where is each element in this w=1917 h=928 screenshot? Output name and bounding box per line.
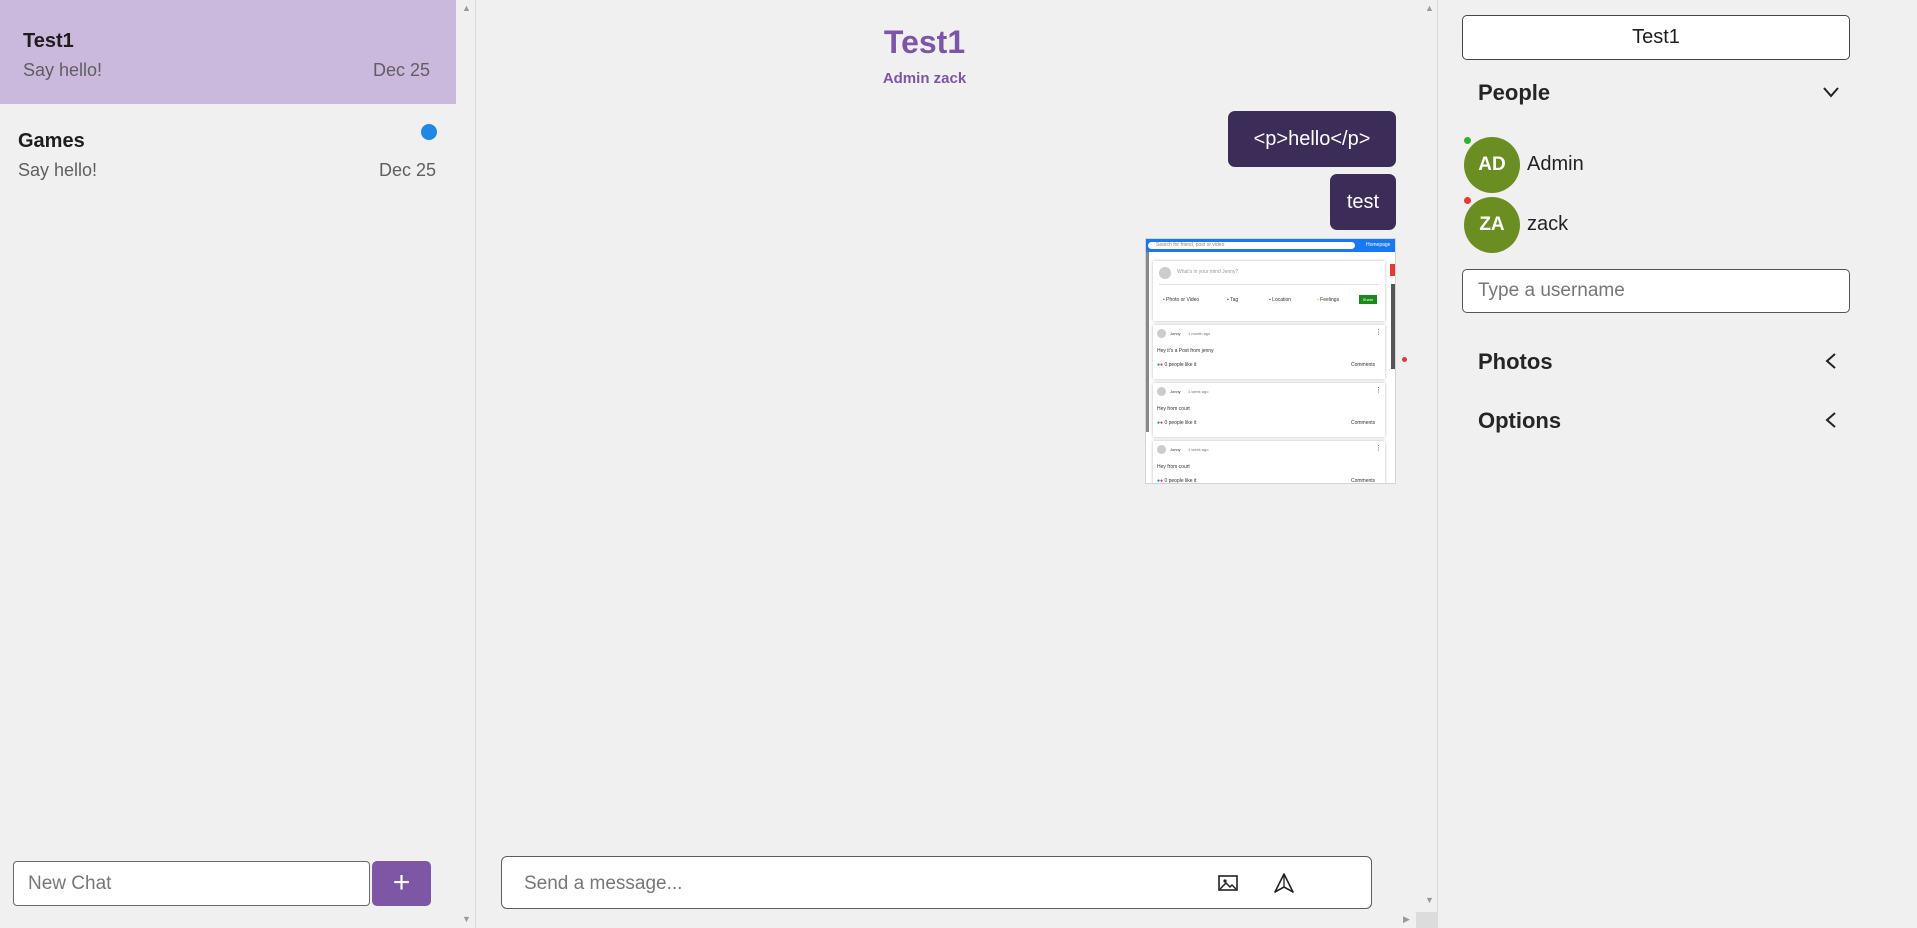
chat-date: Dec 25	[379, 160, 437, 180]
preview-post-menu: ⋮	[1375, 445, 1382, 452]
conversation-members: Admin zack	[882, 70, 967, 87]
scroll-down-arrow[interactable]: ▼	[1425, 895, 1434, 905]
preview-post-time: 1 week ago	[1188, 389, 1209, 394]
preview-share-option: ▪ Location	[1269, 297, 1292, 303]
image-red-dot	[1402, 357, 1407, 362]
preview-post-menu: ⋮	[1375, 387, 1382, 394]
chat-list-item-games[interactable]: Games Say hello! Dec 25	[0, 104, 456, 208]
image-icon[interactable]	[1217, 872, 1239, 894]
online-status-dot	[1464, 137, 1471, 144]
message-input[interactable]	[524, 870, 1204, 897]
preview-red-mark	[1390, 264, 1395, 276]
chat-preview: Say hello!	[18, 160, 98, 180]
preview-post-menu: ⋮	[1375, 329, 1382, 336]
chat-title: Test1	[23, 30, 74, 52]
scroll-up-arrow[interactable]: ▲	[462, 3, 471, 13]
preview-nav-homepage: Homepage	[1366, 242, 1391, 248]
offline-status-dot	[1464, 197, 1471, 204]
send-icon[interactable]	[1273, 872, 1295, 894]
preview-post-time: 1 month ago	[1188, 331, 1211, 336]
message-composer	[501, 856, 1372, 909]
scroll-up-arrow[interactable]: ▲	[1425, 3, 1434, 13]
new-chat-input[interactable]	[13, 861, 370, 906]
chevron-left-icon[interactable]	[1822, 352, 1840, 370]
preview-post-likes: ●● 0 people like it	[1157, 362, 1197, 368]
scroll-down-arrow[interactable]: ▼	[462, 914, 471, 924]
scroll-right-arrow[interactable]: ▶	[1403, 914, 1410, 925]
person-name: Admin	[1527, 153, 1584, 175]
preview-post-avatar	[1157, 329, 1166, 338]
preview-share-button: Share	[1359, 295, 1377, 304]
preview-post-likes: ●● 0 people like it	[1157, 478, 1197, 484]
photos-section-title[interactable]: Photos	[1478, 349, 1553, 375]
preview-post-likes: ●● 0 people like it	[1157, 420, 1197, 426]
conversation-panel: Test1 Admin zack <p>hello</p> test Searc…	[477, 0, 1438, 928]
unread-indicator	[421, 124, 437, 140]
chat-list-panel: Test1 Say hello! Dec 25 Games Say hello!…	[0, 0, 476, 928]
preview-search: Search for friend, post or video	[1148, 242, 1355, 249]
preview-post-user: Jonny	[1170, 331, 1181, 336]
add-chat-button[interactable]: +	[372, 861, 431, 906]
chat-app: Test1 Say hello! Dec 25 Games Say hello!…	[0, 0, 1917, 928]
preview-post: Jonny 1 week ago ⋮ Hey from court ●● 0 p…	[1153, 383, 1385, 437]
chat-date: Dec 25	[373, 60, 431, 80]
conversation-title: Test1	[883, 24, 966, 60]
preview-post-user: Jonny	[1170, 447, 1181, 452]
chevron-down-icon[interactable]	[1822, 83, 1840, 101]
preview-post-comments: Comments	[1351, 420, 1376, 426]
preview-post-comments: Comments	[1351, 478, 1376, 484]
preview-post-comments: Comments	[1351, 362, 1376, 368]
person-name: zack	[1527, 213, 1569, 235]
preview-post-time: 1 week ago	[1188, 447, 1209, 452]
chat-list-item-test1[interactable]: Test1 Say hello! Dec 25	[0, 0, 456, 104]
preview-topbar: Search for friend, post or video Homepag…	[1146, 239, 1395, 252]
options-section-title[interactable]: Options	[1478, 408, 1561, 434]
preview-post-text: Hey from court	[1157, 406, 1190, 412]
preview-share-option: ▪ Feelings	[1317, 297, 1340, 303]
preview-post-text: Hey it's a Post from jenny	[1157, 348, 1214, 354]
message-image[interactable]: Search for friend, post or video Homepag…	[1145, 238, 1396, 484]
chat-title: Games	[18, 130, 85, 152]
preview-share-box: What's in your mind Jenny? ▪ Photo or Vi…	[1153, 261, 1385, 321]
preview-post-avatar	[1157, 445, 1166, 454]
preview-post: Jonny 1 week ago ⋮ Hey from court ●● 0 p…	[1153, 441, 1385, 484]
chat-name-field[interactable]: Test1	[1462, 15, 1850, 60]
preview-share-option: ▪ Photo or Video	[1163, 297, 1200, 303]
preview-share-prompt: What's in your mind Jenny?	[1177, 269, 1239, 275]
username-input[interactable]	[1462, 269, 1850, 313]
preview-post-user: Jonny	[1170, 389, 1181, 394]
preview-post-avatar	[1157, 387, 1166, 396]
message-bubble: test	[1330, 174, 1396, 230]
chevron-left-icon[interactable]	[1822, 411, 1840, 429]
person-admin[interactable]: AD Admin	[1464, 137, 1764, 193]
preview-post: Jonny 1 month ago ⋮ Hey it's a Post from…	[1153, 325, 1385, 379]
preview-share-option: ▪ Tag	[1227, 297, 1239, 303]
preview-avatar	[1159, 267, 1171, 279]
scrollbar-corner	[1416, 912, 1438, 928]
avatar: ZA	[1464, 197, 1520, 253]
preview-divider	[1159, 284, 1379, 285]
message-bubble: <p>hello</p>	[1228, 111, 1396, 167]
person-zack[interactable]: ZA zack	[1464, 197, 1764, 253]
preview-side-photo	[1391, 284, 1395, 369]
avatar: AD	[1464, 137, 1520, 193]
chat-details-panel: Test1 People AD Admin ZA zack Photos Opt…	[1438, 0, 1917, 928]
chat-preview: Say hello!	[23, 60, 103, 80]
preview-post-text: Hey from court	[1157, 464, 1190, 470]
preview-scrollbar	[1146, 252, 1149, 432]
people-section-title[interactable]: People	[1478, 80, 1550, 106]
